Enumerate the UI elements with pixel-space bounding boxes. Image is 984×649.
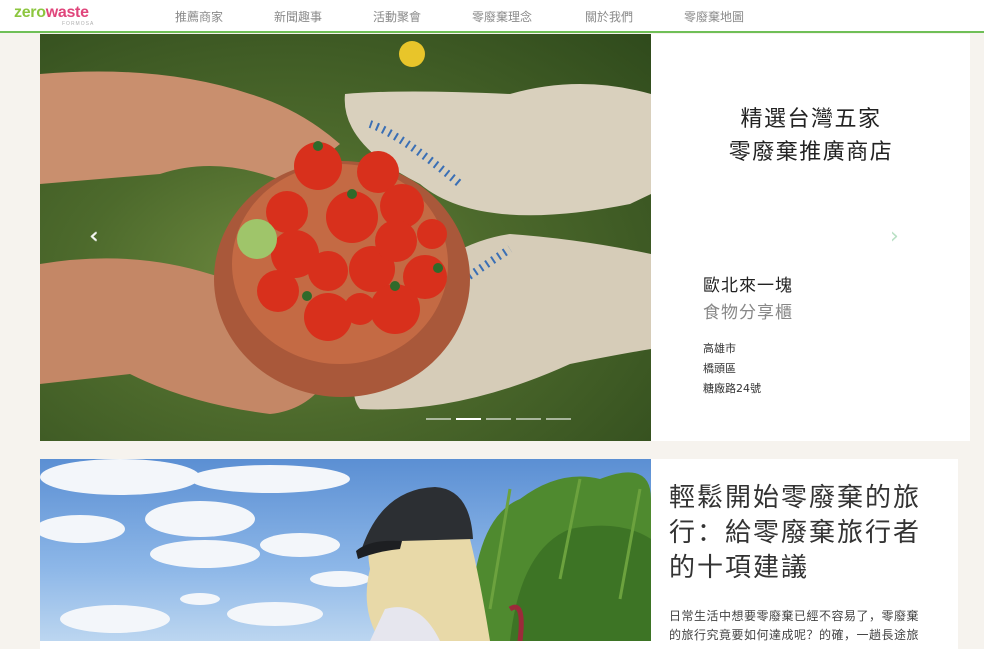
nav-events[interactable]: 活動聚會 xyxy=(373,8,421,25)
nav-recommended-stores[interactable]: 推薦商家 xyxy=(175,8,223,25)
nav-news[interactable]: 新聞趣事 xyxy=(274,8,322,25)
nav-zero-waste-map[interactable]: 零廢棄地圖 xyxy=(684,8,744,25)
nav-about-us[interactable]: 關於我們 xyxy=(585,8,633,25)
article-photo[interactable] xyxy=(40,459,651,641)
store-address-street: 糖廠路24號 xyxy=(703,382,761,395)
article-excerpt-line-1: 日常生活中想要零廢棄已經不容易了，零廢棄 xyxy=(669,609,920,623)
article-title-line-2[interactable]: 行：給零廢棄旅行者 xyxy=(669,512,921,549)
article-excerpt-line-2: 的旅行究竟要如何達成呢？的確，一趟長途旅 xyxy=(669,628,920,642)
top-navigation: zerowaste FORMOSA 推薦商家 新聞趣事 活動聚會 零廢棄理念 關… xyxy=(0,0,984,33)
logo-wordmark: zerowaste xyxy=(14,4,89,21)
carousel-next-icon[interactable]: › xyxy=(890,224,899,249)
store-address-city: 高雄市 xyxy=(703,342,736,355)
nav-philosophy[interactable]: 零廢棄理念 xyxy=(472,8,532,25)
carousel-dot-active[interactable] xyxy=(456,418,481,420)
store-address-district: 橋頭區 xyxy=(703,362,736,375)
store-subtitle: 食物分享櫃 xyxy=(703,303,793,323)
carousel-dot[interactable] xyxy=(546,418,571,420)
article-title-line-1[interactable]: 輕鬆開始零廢棄的旅 xyxy=(669,477,921,514)
carousel-prev-icon[interactable]: ‹ xyxy=(89,224,98,249)
article-title-line-3[interactable]: 的十項建議 xyxy=(669,547,809,584)
hero-photo: ‹ › xyxy=(40,34,651,441)
logo-subtitle: FORMOSA xyxy=(62,21,95,27)
carousel-dot[interactable] xyxy=(516,418,541,420)
hero-title-line-1: 精選台灣五家 xyxy=(740,107,882,132)
carousel-dot[interactable] xyxy=(486,418,511,420)
carousel-dot[interactable] xyxy=(426,418,451,420)
store-name[interactable]: 歐北來一塊 xyxy=(703,271,793,296)
hero-title-line-2: 零廢棄推廣商店 xyxy=(728,140,894,165)
